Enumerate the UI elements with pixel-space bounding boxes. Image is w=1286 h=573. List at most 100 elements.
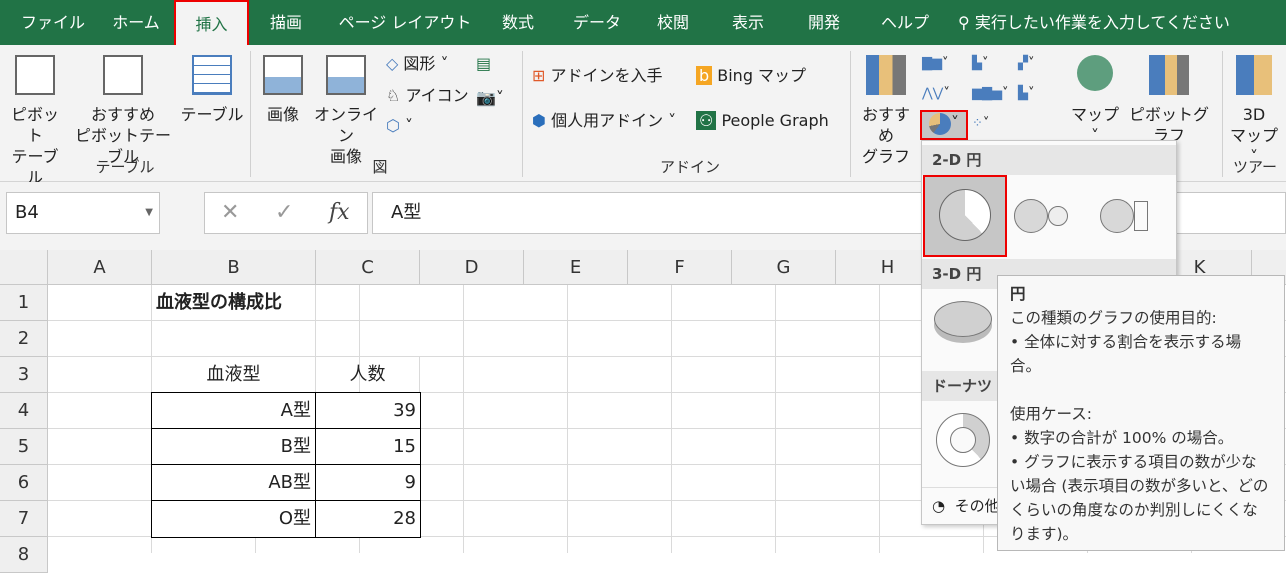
column-header[interactable]: C <box>316 250 420 285</box>
row-header[interactable]: 4 <box>0 393 48 429</box>
bar-of-pie-option[interactable] <box>1100 199 1162 233</box>
get-addins-button[interactable]: ⊞ アドインを入手 <box>532 65 663 86</box>
pie-small-icon: ◔ <box>932 497 946 515</box>
people-graph-button[interactable]: ⚇ People Graph <box>696 110 829 131</box>
tab-home[interactable]: ホーム <box>98 0 174 45</box>
row-header[interactable]: 6 <box>0 465 48 501</box>
scatter-chart-button[interactable]: ⁘˅ <box>972 113 989 134</box>
column-chart-button[interactable]: ▇▆˅ <box>922 53 949 74</box>
column-header[interactable]: E <box>524 250 628 285</box>
tab-view[interactable]: 表示 <box>720 0 776 45</box>
tab-draw[interactable]: 描画 <box>254 0 318 45</box>
label: アドインを入手 <box>550 66 663 85</box>
row-header[interactable]: 7 <box>0 501 48 537</box>
pie-of-pie-icon <box>1014 199 1048 233</box>
tab-insert[interactable]: 挿入 <box>174 0 249 45</box>
cell-C3[interactable]: 人数 <box>316 357 420 393</box>
tab-developer[interactable]: 開発 <box>796 0 852 45</box>
online-image-button[interactable]: オンライン 画像 <box>310 55 382 167</box>
data-table: A型 39 B型 15 AB型 9 O型 28 <box>151 392 421 538</box>
formula-value: A型 <box>391 202 422 223</box>
smartart-button[interactable]: ▤ <box>476 53 491 74</box>
cell-B6[interactable]: AB型 <box>152 465 316 501</box>
people-graph-icon: ⚇ <box>696 111 717 130</box>
hierarchy-chart-button[interactable]: ▙˅ <box>972 53 989 74</box>
image-button[interactable]: 画像 <box>258 55 308 125</box>
label: テーブル <box>180 105 244 124</box>
name-box[interactable]: B4 ▼ <box>6 192 160 234</box>
row-header[interactable]: 8 <box>0 537 48 573</box>
statistic-chart-button[interactable]: ▆▇▅˅ <box>972 83 1009 104</box>
tab-formulas[interactable]: 数式 <box>490 0 546 45</box>
icons-icon: ♘ <box>386 86 406 105</box>
recommended-charts-button[interactable]: おすすめ グラフ <box>855 55 917 167</box>
pie-of-pie-option[interactable] <box>1014 199 1084 233</box>
column-header[interactable]: A <box>48 250 152 285</box>
cell-B7[interactable]: O型 <box>152 501 316 537</box>
label: Bing マップ <box>717 66 807 85</box>
smartart-icon: ▤ <box>476 54 492 73</box>
recommended-pivot-icon <box>103 55 143 95</box>
screenshot-button[interactable]: 📷˅ <box>476 87 504 108</box>
insert-function-icon[interactable]: fx <box>329 193 350 233</box>
my-addins-button[interactable]: ⬢ 個人用アドイン ˅ <box>532 110 676 131</box>
combo-chart-button[interactable]: ▙˅ <box>1018 83 1035 104</box>
tab-page-layout[interactable]: ページ レイアウト <box>330 0 480 45</box>
cell-B5[interactable]: B型 <box>152 429 316 465</box>
column-header[interactable]: G <box>732 250 836 285</box>
recommended-pivot-button[interactable]: おすすめ ピボットテーブル <box>68 55 178 167</box>
column-chart-icon: ▇▆ <box>922 56 942 71</box>
column-header[interactable]: B <box>152 250 316 285</box>
screenshot-icon: 📷 <box>476 88 496 107</box>
select-all-corner[interactable] <box>0 250 48 285</box>
tab-file[interactable]: ファイル <box>8 0 98 45</box>
3d-models-button[interactable]: ⬡ ˅ <box>386 115 413 136</box>
column-header[interactable]: F <box>628 250 732 285</box>
cell-C5[interactable]: 15 <box>316 429 420 465</box>
3d-pie-option[interactable] <box>934 301 994 345</box>
cell-C4[interactable]: 39 <box>316 393 420 429</box>
divider <box>250 51 251 177</box>
bing-icon: b <box>696 66 713 85</box>
line-chart-button[interactable]: ⋀⋁˅ <box>922 83 950 104</box>
store-icon: ⊞ <box>532 66 546 85</box>
pivot-table-button[interactable]: ピボット テーブル <box>4 55 66 188</box>
treemap-icon: ▙ <box>972 56 982 71</box>
3d-pie-icon <box>934 301 992 337</box>
cell-C7[interactable]: 28 <box>316 501 420 537</box>
online-image-icon <box>326 55 366 95</box>
table-icon <box>192 55 232 95</box>
row-header[interactable]: 5 <box>0 429 48 465</box>
row-header[interactable]: 2 <box>0 321 48 357</box>
bing-maps-button[interactable]: b Bing マップ <box>696 65 806 86</box>
divider <box>522 51 523 177</box>
line-chart-icon: ⋀⋁ <box>922 86 944 101</box>
cell-B4[interactable]: A型 <box>152 393 316 429</box>
row-header[interactable]: 3 <box>0 357 48 393</box>
tab-review[interactable]: 校閲 <box>645 0 701 45</box>
table-button[interactable]: テーブル <box>180 55 244 125</box>
pie-option[interactable] <box>923 175 1007 257</box>
cell-B1[interactable]: 血液型の構成比 <box>152 285 352 321</box>
tab-data[interactable]: データ <box>565 0 629 45</box>
row-header[interactable]: 1 <box>0 285 48 321</box>
icons-button[interactable]: ♘ アイコン <box>386 85 469 106</box>
cell-C6[interactable]: 9 <box>316 465 420 501</box>
enter-icon[interactable]: ✓ <box>275 193 293 233</box>
map-chart-button[interactable]: マップ ˅ <box>1070 55 1120 146</box>
waterfall-chart-button[interactable]: ▞˅ <box>1018 53 1035 74</box>
image-icon <box>263 55 303 95</box>
combo-chart-icon: ▙ <box>1018 86 1028 101</box>
cancel-icon[interactable]: ✕ <box>221 193 239 233</box>
pie-chart-button[interactable]: ˅ <box>920 110 968 140</box>
shapes-button[interactable]: ◇ 図形 ˅ <box>386 53 449 74</box>
doughnut-option[interactable] <box>936 413 990 467</box>
column-header[interactable]: D <box>420 250 524 285</box>
cell-B3[interactable]: 血液型 <box>152 357 316 393</box>
pie-icon <box>939 189 991 241</box>
tell-me-search[interactable]: ⚲ 実行したい作業を入力してください <box>958 0 1233 45</box>
label: マップ <box>1229 126 1278 145</box>
tooltip-title: 円 <box>1010 285 1026 303</box>
tab-help[interactable]: ヘルプ <box>870 0 940 45</box>
3d-map-button[interactable]: 3D マップ ˅ <box>1226 55 1282 167</box>
